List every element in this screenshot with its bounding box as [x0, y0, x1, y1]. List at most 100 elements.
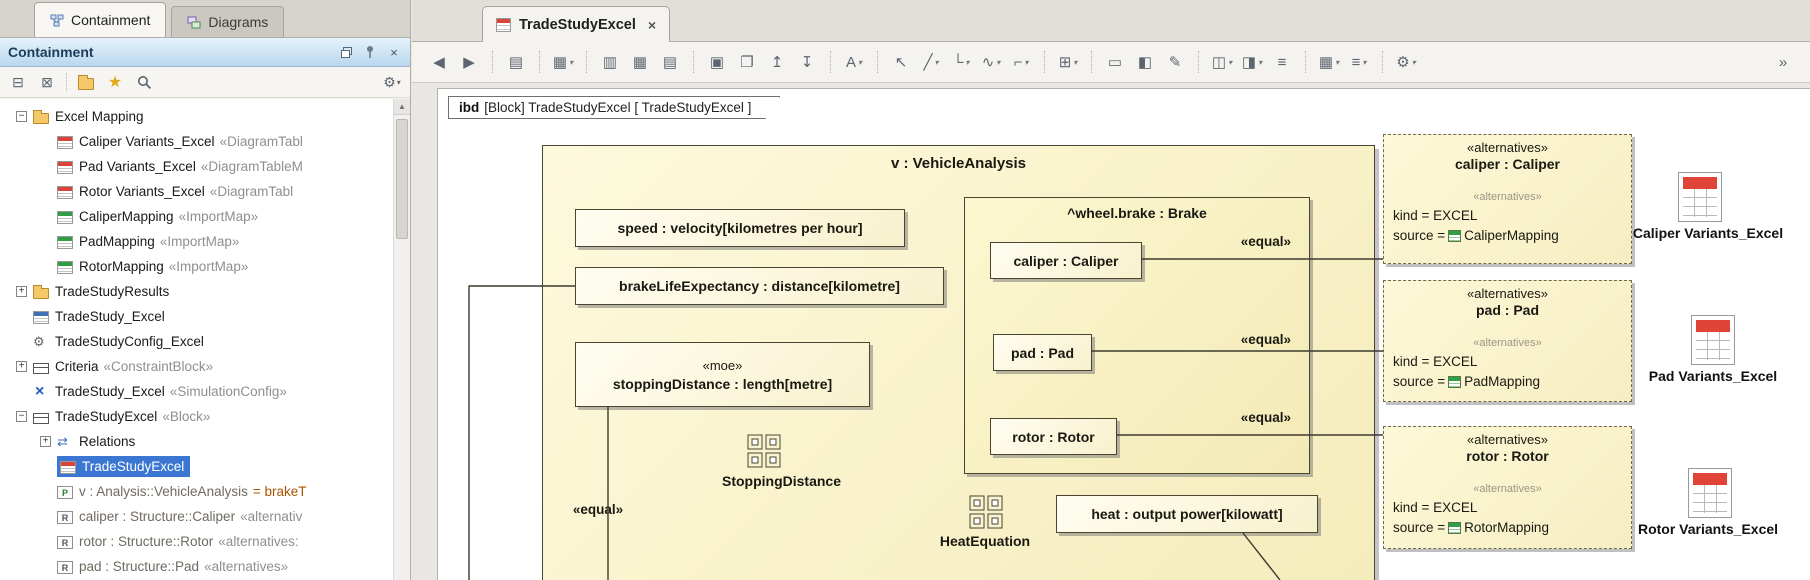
collapse-toggle-icon[interactable] — [16, 411, 27, 422]
diagram-canvas[interactable]: ibd [Block] TradeStudyExcel [ TradeStudy… — [437, 88, 1810, 580]
alternatives-kind: kind = EXCEL — [1384, 208, 1631, 223]
diagram-table-icon — [57, 136, 73, 149]
copy-icon[interactable]: ❐ — [732, 49, 762, 75]
expand-toggle-icon[interactable] — [40, 436, 51, 447]
constraint-heat-equation-icon[interactable] — [969, 495, 1003, 532]
nav-back-icon[interactable]: ◀ — [424, 49, 454, 75]
nav-forward-icon[interactable]: ▶ — [454, 49, 484, 75]
panel-title: Containment — [8, 44, 330, 60]
chevron-down-icon: ▾ — [858, 58, 862, 67]
toolbar-overflow-icon[interactable]: » — [1768, 49, 1798, 75]
part-pad[interactable]: pad : Pad — [993, 334, 1092, 371]
tree-item-padmapping[interactable]: PadMapping «ImportMap» — [0, 229, 393, 254]
diagram-table-icon — [496, 18, 511, 32]
tree-item-calipermapping[interactable]: CaliperMapping «ImportMap» — [0, 204, 393, 229]
part-property-icon — [57, 486, 73, 499]
pad-variants-table-icon[interactable] — [1691, 315, 1735, 365]
annotation-icon[interactable]: ✎ — [1160, 49, 1190, 75]
tree-item-rotor-part[interactable]: rotor : Structure::Rotor «alternatives: — [0, 529, 393, 554]
select-tool-icon[interactable]: ↖ — [886, 49, 916, 75]
text-style-icon[interactable]: A▾ — [839, 49, 869, 75]
scroll-up-icon[interactable]: ▲ — [394, 99, 410, 115]
alternatives-name: caliper : Caliper — [1384, 156, 1631, 172]
path-bezier-icon[interactable]: ∿▾ — [976, 49, 1006, 75]
show-matrix-icon[interactable]: ▤ — [655, 49, 685, 75]
reference-property-icon — [57, 511, 73, 524]
tree-item-rotormapping[interactable]: RotorMapping «ImportMap» — [0, 254, 393, 279]
alternatives-block-caliper[interactable]: «alternatives» caliper : Caliper «altern… — [1383, 134, 1632, 264]
quick-layout-icon[interactable]: ⊞▾ — [1053, 49, 1083, 75]
paste-icon[interactable]: ▣ — [702, 49, 732, 75]
tab-tradestudyexcel-diagram[interactable]: TradeStudyExcel × — [482, 6, 670, 42]
chevron-down-icon: ▾ — [996, 58, 1000, 67]
tree-item-v-vehicleanalysis[interactable]: v : Analysis::VehicleAnalysis = brakeT — [0, 479, 393, 504]
scrollbar-thumb[interactable] — [396, 119, 408, 239]
align-horizontal-icon[interactable]: ◫▾ — [1207, 49, 1237, 75]
diagram-aspects-icon[interactable]: ▦▾ — [548, 49, 578, 75]
tree-item-criteria[interactable]: Criteria «ConstraintBlock» — [0, 354, 393, 379]
path-rectilinear-icon[interactable]: └▾ — [946, 49, 976, 75]
tree-item-caliper-part[interactable]: caliper : Structure::Caliper «alternativ — [0, 504, 393, 529]
diagrams-tab-icon — [187, 16, 201, 29]
tree-item-tradestudy-excel-simconfig[interactable]: TradeStudy_Excel «SimulationConfig» — [0, 379, 393, 404]
path-oblique-icon[interactable]: ╱▾ — [916, 49, 946, 75]
collapse-all-icon[interactable]: ⊟ — [8, 72, 28, 92]
show-tables-icon[interactable]: ▦ — [625, 49, 655, 75]
tree-item-tradestudyresults[interactable]: TradeStudyResults — [0, 279, 393, 304]
collapse-toggle-icon[interactable] — [16, 111, 27, 122]
float-panel-icon[interactable] — [338, 44, 354, 60]
alternatives-stereotype: «alternatives» — [1384, 140, 1631, 155]
part-caliper[interactable]: caliper : Caliper — [990, 242, 1142, 279]
tree-item-rotor-variants-excel[interactable]: Rotor Variants_Excel «DiagramTabl — [0, 179, 393, 204]
favorites-star-icon[interactable]: ★ — [105, 72, 125, 92]
containment-tree-icon[interactable]: ▤ — [501, 49, 531, 75]
expand-toggle-icon[interactable] — [16, 361, 27, 372]
close-panel-icon[interactable]: × — [386, 44, 402, 60]
part-stopping-distance[interactable]: «moe» stoppingDistance : length[metre] — [575, 342, 870, 407]
tree-item-excel-mapping[interactable]: Excel Mapping — [0, 104, 393, 129]
move-down-icon[interactable]: ↧ — [792, 49, 822, 75]
image-shape-icon[interactable]: ◧ — [1130, 49, 1160, 75]
tab-diagrams[interactable]: Diagrams — [171, 6, 284, 37]
list-options-icon[interactable]: ≡▾ — [1344, 49, 1374, 75]
tab-containment[interactable]: Containment — [34, 2, 166, 37]
grid-options-icon[interactable]: ▦▾ — [1314, 49, 1344, 75]
rotor-variants-table-icon[interactable] — [1688, 468, 1732, 518]
tree-item-tradestudyexcel-block[interactable]: TradeStudyExcel «Block» — [0, 404, 393, 429]
constraint-stopping-distance-icon[interactable] — [747, 434, 781, 471]
panel-options-gear-icon[interactable]: ⚙▾ — [382, 72, 402, 92]
document-tab-label: TradeStudyExcel — [519, 17, 636, 33]
alternatives-block-pad[interactable]: «alternatives» pad : Pad «alternatives» … — [1383, 280, 1632, 402]
chevron-down-icon: ▾ — [1412, 58, 1416, 67]
open-element-icon[interactable] — [76, 72, 96, 92]
align-vertical-icon[interactable]: ◨▾ — [1237, 49, 1267, 75]
tree-scrollbar[interactable]: ▲ — [393, 99, 410, 580]
tree-item-pad-part[interactable]: pad : Structure::Pad «alternatives» — [0, 554, 393, 579]
tree-item-pad-variants-excel[interactable]: Pad Variants_Excel «DiagramTableM — [0, 154, 393, 179]
part-heat-output[interactable]: heat : output power[kilowatt] — [1056, 495, 1318, 533]
distribute-icon[interactable]: ≡ — [1267, 49, 1297, 75]
caliper-variants-table-icon[interactable] — [1678, 172, 1722, 222]
note-shape-icon[interactable]: ▭ — [1100, 49, 1130, 75]
part-rotor[interactable]: rotor : Rotor — [990, 418, 1117, 455]
collapse-branch-icon[interactable]: ⊠ — [37, 72, 57, 92]
diagram-settings-gear-icon[interactable]: ⚙▾ — [1391, 49, 1421, 75]
containment-tab-icon — [50, 14, 64, 27]
part-speed[interactable]: speed : velocity[kilometres per hour] — [575, 209, 905, 247]
pin-panel-icon[interactable] — [362, 44, 378, 60]
tree-item-caliper-variants-excel[interactable]: Caliper Variants_Excel «DiagramTabl — [0, 129, 393, 154]
tree-item-relations[interactable]: Relations — [0, 429, 393, 454]
block-wheel-brake[interactable]: ^wheel.brake : Brake caliper : Caliper p… — [964, 197, 1310, 474]
show-dependencies-icon[interactable]: ▥ — [595, 49, 625, 75]
part-brake-life-expectancy[interactable]: brakeLifeExpectancy : distance[kilometre… — [575, 267, 944, 305]
path-style-icon[interactable]: ⌐▾ — [1006, 49, 1036, 75]
close-tab-icon[interactable]: × — [648, 17, 656, 33]
expand-toggle-icon[interactable] — [16, 286, 27, 297]
move-up-icon[interactable]: ↥ — [762, 49, 792, 75]
containment-panel: Containment Diagrams Containment × ⊟ ⊠ — [0, 0, 411, 580]
tree-item-tradestudyconfig-excel[interactable]: TradeStudyConfig_Excel — [0, 329, 393, 354]
tree-item-tradestudy-excel[interactable]: TradeStudy_Excel — [0, 304, 393, 329]
containment-toolbar: ⊟ ⊠ ★ ⚙▾ — [0, 67, 410, 98]
tree-item-tradestudyexcel-diagram[interactable]: TradeStudyExcel — [0, 454, 393, 479]
search-icon[interactable] — [134, 72, 154, 92]
